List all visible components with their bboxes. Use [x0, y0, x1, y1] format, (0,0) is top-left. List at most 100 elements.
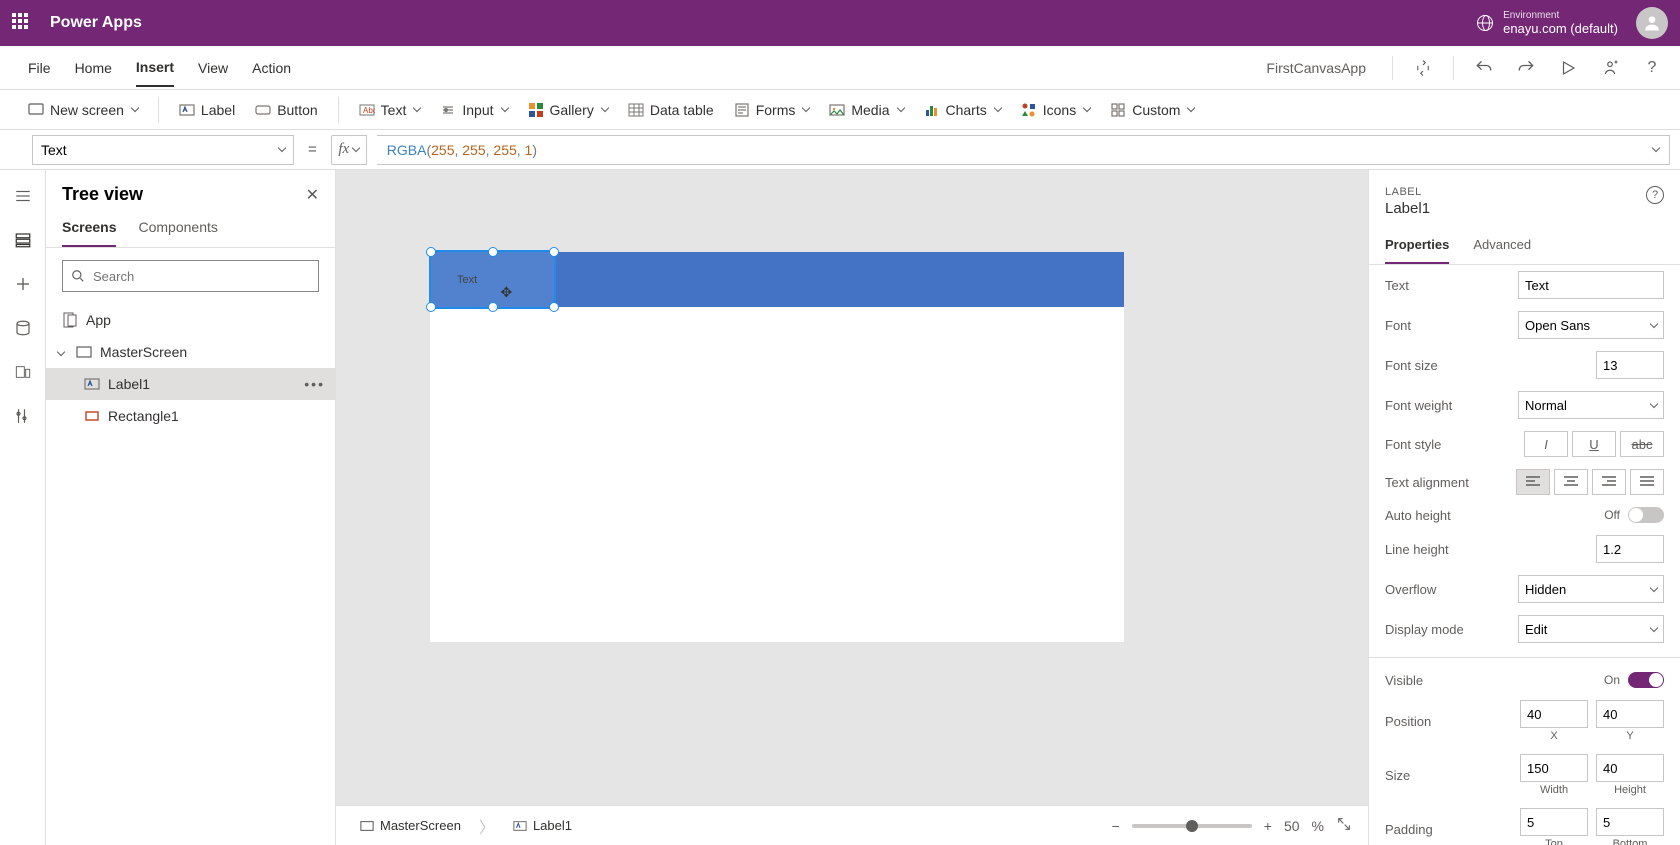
resize-handle[interactable]	[549, 302, 559, 312]
align-left-button[interactable]	[1516, 469, 1550, 495]
tab-properties[interactable]: Properties	[1385, 231, 1449, 264]
prop-padbottom-input[interactable]: 5	[1596, 808, 1664, 836]
insert-icon[interactable]	[11, 272, 35, 296]
menu-action[interactable]: Action	[252, 50, 291, 86]
environment-label: Environment	[1503, 10, 1618, 21]
more-icon[interactable]: •••	[304, 376, 325, 392]
fit-screen-icon[interactable]	[1336, 816, 1352, 835]
menu-file[interactable]: File	[28, 50, 51, 86]
share-icon[interactable]	[1598, 56, 1622, 80]
zoom-pct: %	[1312, 818, 1324, 834]
insert-text-menu[interactable]: Abc Text	[359, 102, 421, 118]
breadcrumb-label1[interactable]: Label1	[505, 818, 580, 833]
tree-search-input[interactable]	[93, 269, 310, 284]
environment-picker[interactable]: Environment enayu.com (default)	[1477, 10, 1618, 37]
menu-insert[interactable]: Insert	[136, 49, 174, 87]
new-screen-button[interactable]: New screen	[28, 102, 138, 118]
zoom-in-button[interactable]: +	[1264, 818, 1272, 834]
prop-fontsize-input[interactable]: 13	[1596, 351, 1664, 379]
insert-ribbon: New screen Label Button Abc Text Input G…	[0, 90, 1680, 130]
prop-width-input[interactable]: 150	[1520, 754, 1588, 782]
breadcrumb-masterscreen[interactable]: MasterScreen	[352, 818, 469, 833]
undo-icon[interactable]	[1472, 56, 1496, 80]
property-selector[interactable]: Text	[32, 135, 294, 165]
visible-toggle[interactable]	[1628, 672, 1664, 688]
help-icon[interactable]: ?	[1640, 56, 1664, 80]
autoheight-toggle[interactable]	[1628, 507, 1664, 523]
insert-custom-menu[interactable]: Custom	[1110, 102, 1194, 118]
tree-search[interactable]	[62, 260, 319, 292]
italic-button[interactable]: I	[1524, 431, 1568, 457]
prop-font-select[interactable]: Open Sans	[1518, 311, 1664, 339]
user-avatar[interactable]	[1636, 7, 1668, 39]
redo-icon[interactable]	[1514, 56, 1538, 80]
tab-screens[interactable]: Screens	[62, 213, 116, 247]
resize-handle[interactable]	[488, 302, 498, 312]
control-name: Label1	[1385, 200, 1430, 217]
resize-handle[interactable]	[426, 302, 436, 312]
separator	[158, 97, 159, 123]
tree-masterscreen-node[interactable]: MasterScreen	[46, 336, 335, 368]
prop-text-input[interactable]: Text	[1518, 271, 1664, 299]
resize-handle[interactable]	[488, 247, 498, 257]
prop-autoheight-label: Auto height	[1385, 508, 1451, 523]
resize-handle[interactable]	[549, 247, 559, 257]
zoom-out-button[interactable]: −	[1112, 818, 1120, 834]
insert-gallery-menu[interactable]: Gallery	[528, 102, 608, 118]
canvas[interactable]: ✥ MasterScreen 〉 Label1 − + 50 %	[336, 170, 1368, 845]
expand-formula-icon[interactable]	[1652, 144, 1660, 152]
media-icon[interactable]	[11, 360, 35, 384]
status-bar: MasterScreen 〉 Label1 − + 50 %	[336, 805, 1368, 845]
tree-view-icon[interactable]	[11, 228, 35, 252]
menu-home[interactable]: Home	[75, 50, 112, 86]
zoom-slider[interactable]	[1132, 824, 1252, 828]
insert-datatable-button[interactable]: Data table	[628, 102, 714, 118]
align-center-button[interactable]	[1554, 469, 1588, 495]
tab-advanced[interactable]: Advanced	[1473, 231, 1531, 264]
prop-height-input[interactable]: 40	[1596, 754, 1664, 782]
panel-help-icon[interactable]: ?	[1646, 186, 1664, 204]
canvas-screen[interactable]	[430, 252, 1124, 642]
data-icon[interactable]	[11, 316, 35, 340]
tree-label1-node[interactable]: Label1 •••	[46, 368, 335, 400]
prop-size-label: Size	[1385, 768, 1410, 783]
insert-charts-menu[interactable]: Charts	[924, 102, 1001, 118]
insert-label-button[interactable]: Label	[179, 102, 235, 118]
prop-overflow-select[interactable]: Hidden	[1518, 575, 1664, 603]
app-checker-icon[interactable]	[1411, 56, 1435, 80]
fx-button[interactable]: fx	[331, 135, 367, 165]
insert-input-menu[interactable]: Input	[440, 102, 507, 118]
resize-handle[interactable]	[426, 247, 436, 257]
tree-view-title: Tree view	[62, 184, 143, 205]
menu-view[interactable]: View	[198, 50, 228, 86]
equals-sign: =	[304, 141, 321, 158]
align-right-button[interactable]	[1592, 469, 1626, 495]
play-icon[interactable]	[1556, 56, 1580, 80]
close-icon[interactable]: ✕	[306, 185, 319, 205]
insert-button-button[interactable]: Button	[255, 102, 317, 118]
tree-view-panel: Tree view ✕ Screens Components App Maste…	[46, 170, 336, 845]
prop-displaymode-label: Display mode	[1385, 622, 1464, 637]
prop-x-input[interactable]: 40	[1520, 700, 1588, 728]
insert-media-menu[interactable]: Media	[829, 102, 903, 118]
insert-icons-menu[interactable]: Icons	[1021, 102, 1090, 118]
tree-rectangle1-label: Rectangle1	[108, 408, 179, 424]
align-justify-button[interactable]	[1630, 469, 1664, 495]
tree-rectangle1-node[interactable]: Rectangle1	[46, 400, 335, 432]
prop-displaymode-select[interactable]: Edit	[1518, 615, 1664, 643]
prop-lineheight-input[interactable]: 1.2	[1596, 535, 1664, 563]
underline-button[interactable]: U	[1572, 431, 1616, 457]
waffle-icon[interactable]	[12, 13, 32, 33]
tab-components[interactable]: Components	[138, 213, 217, 247]
formula-input[interactable]: RGBA(255, 255, 255, 1)	[377, 135, 1670, 165]
svg-text:Abc: Abc	[363, 106, 375, 115]
insert-forms-menu[interactable]: Forms	[734, 102, 810, 118]
hamburger-icon[interactable]	[11, 184, 35, 208]
prop-fontweight-select[interactable]: Normal	[1518, 391, 1664, 419]
strikethrough-button[interactable]: abc	[1620, 431, 1664, 457]
prop-padtop-input[interactable]: 5	[1520, 808, 1588, 836]
tree-app-node[interactable]: App	[46, 304, 335, 336]
label1-element[interactable]: ✥	[429, 250, 556, 309]
tools-icon[interactable]	[11, 404, 35, 428]
prop-y-input[interactable]: 40	[1596, 700, 1664, 728]
